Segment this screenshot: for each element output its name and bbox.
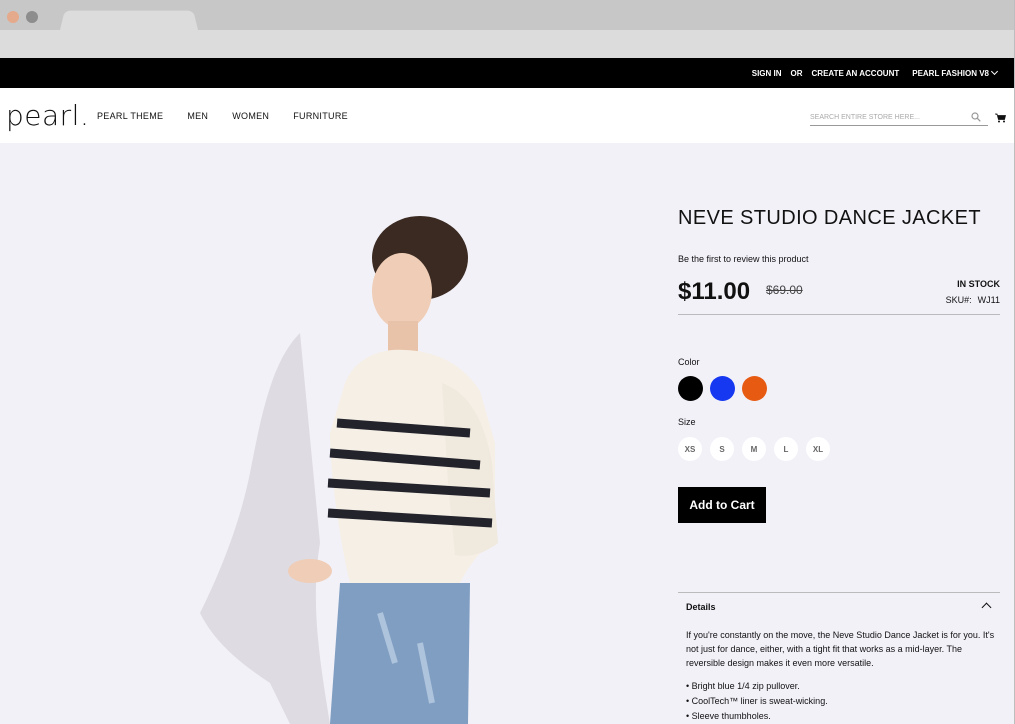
details-heading[interactable]: Details [686,602,716,612]
window-close-dot[interactable] [7,11,19,23]
size-option-l[interactable]: L [774,437,798,461]
search-input[interactable] [810,106,960,121]
list-item: • Bright blue 1/4 zip pullover. [686,681,800,691]
color-swatch-blue[interactable] [710,376,735,401]
size-label: Size [678,417,696,427]
color-swatches [678,376,767,401]
list-item: • CoolTech™ liner is sweat-wicking. [686,696,828,706]
color-swatch-black[interactable] [678,376,703,401]
product-price: $11.00 [678,278,751,305]
product-main: NEVE STUDIO DANCE JACKET Be the first to… [0,143,1015,724]
store-switcher-label: PEARL FASHION V8 [912,69,989,78]
details-bullets: • Bright blue 1/4 zip pullover. • CoolTe… [686,679,828,724]
store-switcher[interactable]: PEARL FASHION V8 [912,67,999,78]
details-description: If you're constantly on the move, the Ne… [686,630,995,668]
size-option-xs[interactable]: XS [678,437,702,461]
sku-label: SKU#: [945,295,972,305]
create-account-link[interactable]: CREATE AN ACCOUNT [812,69,900,78]
nav-item-pearl-theme[interactable]: PEARL THEME [97,111,163,121]
size-options: XS S M L XL [678,437,830,461]
product-title: NEVE STUDIO DANCE JACKET [678,207,981,229]
color-label: Color [678,357,700,367]
search-box [810,106,988,126]
or-text: OR [790,69,803,78]
top-utility-bar: SIGN IN OR CREATE AN ACCOUNT PEARL FASHI… [0,58,1015,88]
browser-tab[interactable] [60,10,198,30]
site-logo[interactable]: pearl. [6,99,89,132]
product-photo[interactable] [180,143,580,724]
nav-item-men[interactable]: MEN [187,111,208,121]
main-nav: PEARL THEME MEN WOMEN FURNITURE [97,111,372,121]
divider [678,592,1000,593]
chevron-down-icon [990,67,999,76]
sku-value: WJ11 [977,295,1000,305]
color-swatch-orange[interactable] [742,376,767,401]
sku-info: SKU#: WJ11 [946,295,1000,305]
size-option-s[interactable]: S [710,437,734,461]
browser-chrome [0,0,1015,58]
review-link[interactable]: Be the first to review this product [678,254,809,264]
stock-status: IN STOCK [957,279,1000,289]
cart-icon[interactable] [995,113,1006,123]
size-option-m[interactable]: M [742,437,766,461]
chevron-up-icon[interactable] [981,602,992,613]
add-to-cart-button[interactable]: Add to Cart [678,487,766,523]
sign-in-link[interactable]: SIGN IN [752,69,782,78]
site-header: pearl. PEARL THEME MEN WOMEN FURNITURE [0,88,1015,143]
nav-item-women[interactable]: WOMEN [232,111,269,121]
window-minimize-dot[interactable] [26,11,38,23]
nav-item-furniture[interactable]: FURNITURE [293,111,348,121]
size-option-xl[interactable]: XL [806,437,830,461]
list-item: • Sleeve thumbholes. [686,711,771,721]
divider [678,314,1000,315]
old-price: $69.00 [766,283,803,297]
search-icon[interactable] [971,112,981,122]
